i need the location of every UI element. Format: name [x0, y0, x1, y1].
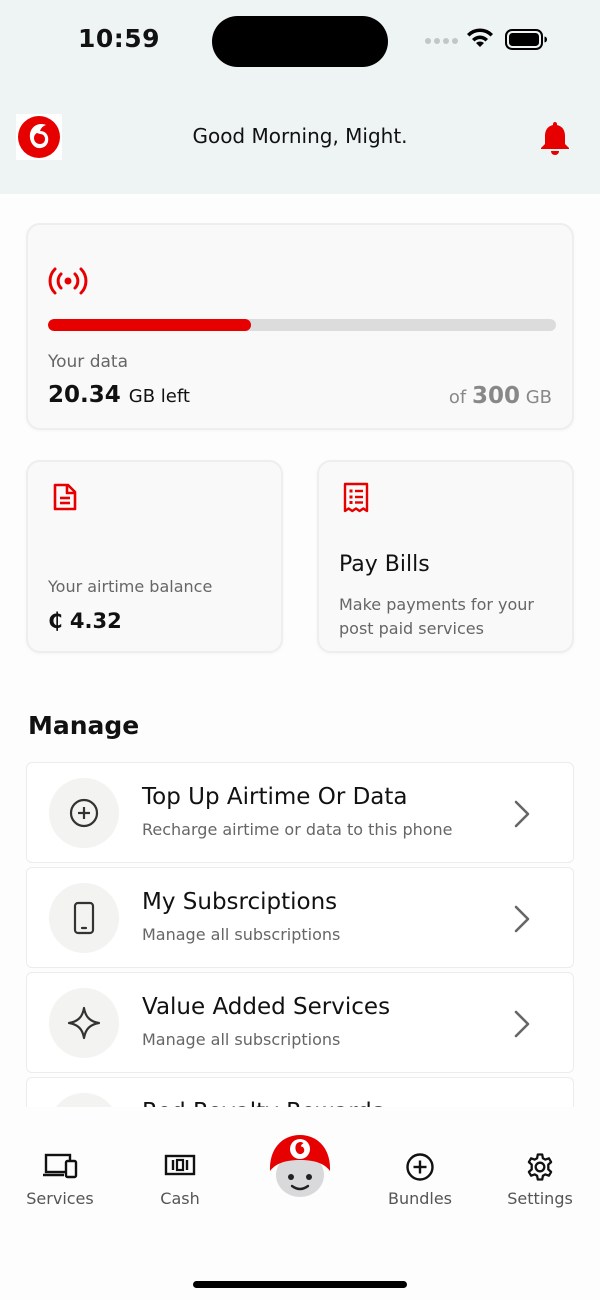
- document-icon: [53, 483, 77, 511]
- bell-icon[interactable]: [538, 120, 572, 156]
- chevron-right-icon: [514, 800, 530, 828]
- devices-icon: [43, 1153, 78, 1179]
- item-icon-circle: [49, 988, 119, 1058]
- greeting-text: Good Morning, Might.: [192, 124, 408, 148]
- cellular-signal-icon: [425, 38, 459, 44]
- nav-label: Services: [26, 1189, 94, 1208]
- item-title: Value Added Services: [142, 994, 391, 1020]
- list-item-red-royalty-rewards[interactable]: Red Royalty Rewards: [26, 1077, 574, 1107]
- data-total: of 300 GB: [449, 383, 552, 409]
- item-icon-circle: [49, 778, 119, 848]
- nav-label: Cash: [160, 1189, 200, 1208]
- receipt-icon: [343, 482, 369, 513]
- airtime-label: Your airtime balance: [48, 577, 213, 596]
- nav-label: Settings: [507, 1189, 573, 1208]
- data-progress-fill: [48, 319, 252, 331]
- header-area: 10:59 Good Morning, Might.: [0, 0, 600, 194]
- manage-list: Top Up Airtime Or Data Recharge airtime …: [0, 762, 600, 1107]
- dynamic-island: [212, 16, 388, 67]
- home-indicator: [193, 1281, 407, 1288]
- data-total-prefix: of: [448, 387, 467, 408]
- wifi-icon: [467, 28, 493, 47]
- item-subtitle: Recharge airtime or data to this phone: [142, 820, 453, 839]
- data-balance-card[interactable]: Your data 20.34 GB left of 300 GB: [26, 223, 574, 430]
- airtime-value: ₵ 4.32: [48, 609, 122, 633]
- status-time: 10:59: [78, 24, 161, 53]
- data-progress-bar: [48, 319, 556, 331]
- data-total-value: 300: [471, 383, 520, 409]
- tobi-assistant-icon[interactable]: [266, 1133, 334, 1201]
- gear-icon: [527, 1153, 553, 1181]
- data-remaining: 20.34 GB left: [48, 382, 190, 408]
- item-subtitle: Manage all subscriptions: [142, 925, 341, 944]
- pay-bills-card[interactable]: Pay Bills Make payments for your post pa…: [317, 460, 574, 653]
- data-remaining-unit: GB left: [128, 386, 190, 407]
- chevron-right-icon: [514, 905, 530, 933]
- data-remaining-value: 20.34: [48, 382, 121, 408]
- sparkle-icon: [67, 1006, 101, 1040]
- manage-section-title: Manage: [28, 711, 140, 740]
- nav-label: Bundles: [387, 1189, 453, 1208]
- cash-icon: [164, 1154, 196, 1176]
- item-icon-circle: [49, 1093, 119, 1107]
- list-item-value-added-services[interactable]: Value Added Services Manage all subscrip…: [26, 972, 574, 1073]
- chevron-right-icon: [514, 1010, 530, 1038]
- signal-broadcast-icon: [48, 267, 88, 295]
- pay-bills-description: Make payments for your post paid service…: [339, 595, 534, 638]
- bottom-nav: Services Cash Bundles Settings: [0, 1107, 600, 1300]
- item-icon-circle: [49, 883, 119, 953]
- smartphone-icon: [73, 901, 95, 935]
- pay-bills-title: Pay Bills: [339, 552, 430, 577]
- plus-circle-icon: [69, 798, 99, 828]
- item-title: Top Up Airtime Or Data: [142, 784, 408, 810]
- item-subtitle: Manage all subscriptions: [142, 1030, 341, 1049]
- list-item-top-up[interactable]: Top Up Airtime Or Data Recharge airtime …: [26, 762, 574, 863]
- plus-circle-icon: [406, 1153, 434, 1181]
- battery-icon: [505, 29, 547, 50]
- item-title: My Subsrciptions: [142, 889, 338, 915]
- airtime-balance-card[interactable]: Your airtime balance ₵ 4.32: [26, 460, 283, 653]
- item-title: Red Royalty Rewards: [142, 1099, 384, 1107]
- list-item-subscriptions[interactable]: My Subsrciptions Manage all subscription…: [26, 867, 574, 968]
- data-total-unit: GB: [525, 387, 552, 408]
- data-label: Your data: [48, 352, 128, 372]
